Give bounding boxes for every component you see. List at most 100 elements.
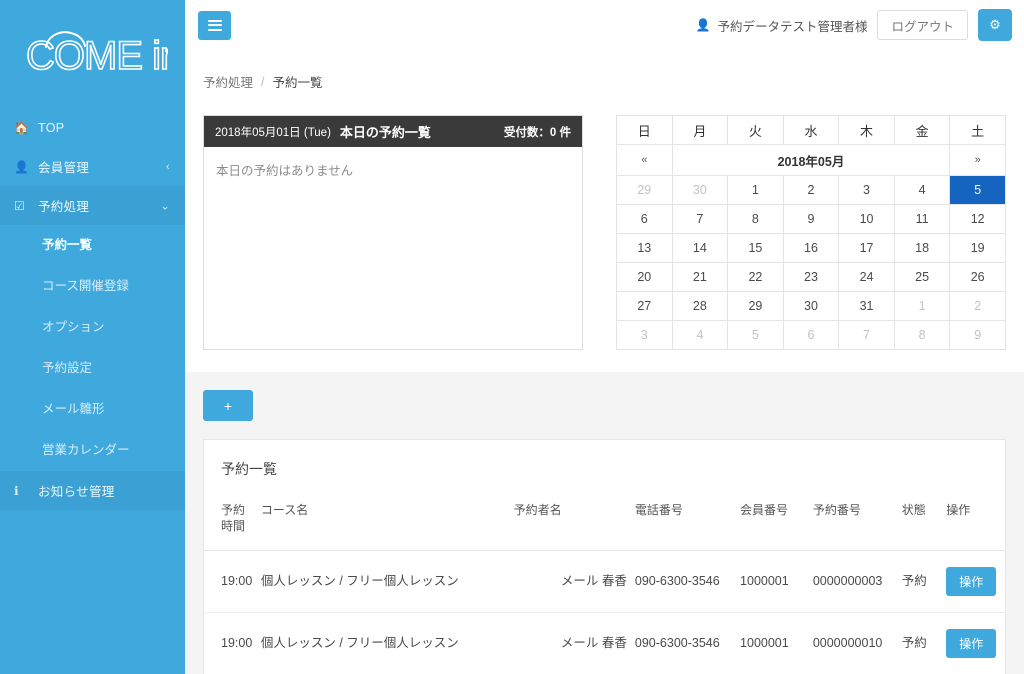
calendar-week-row: 6 7 8 9 10 11 12 <box>616 204 1006 234</box>
user-icon: 👤 <box>14 159 30 174</box>
calendar-day-cell[interactable]: 4 <box>671 320 729 350</box>
sidebar-item-member[interactable]: 👤 会員管理 ‹ <box>0 147 185 186</box>
calendar-day-cell[interactable]: 21 <box>671 262 729 292</box>
col-header-member-no: 会員番号 <box>736 494 809 552</box>
logout-button[interactable]: ログアウト <box>877 10 968 40</box>
sidebar-nav: 🏠 TOP 👤 会員管理 ‹ ☑ 予約処理 ⌄ 予約一覧 コース開催登録 オプシ… <box>0 108 185 510</box>
logo-mark: COME in <box>18 21 168 83</box>
cell-state: 予約 <box>897 550 943 614</box>
col-header-tel: 電話番号 <box>630 494 737 552</box>
chevron-left-icon: ‹ <box>166 160 170 173</box>
calendar-day-cell[interactable]: 2 <box>782 175 840 205</box>
calendar-day-cell[interactable]: 3 <box>838 175 895 205</box>
cell-person: メール 春香 <box>509 612 631 674</box>
row-action-button[interactable]: 操作 <box>946 629 997 659</box>
calendar-dow: 金 <box>893 115 951 145</box>
cell-reserve-no: 0000000003 <box>808 550 898 614</box>
calendar-day-cell[interactable]: 27 <box>616 291 673 321</box>
gear-icon[interactable]: ⚙ <box>978 9 1012 41</box>
calendar-day-cell[interactable]: 30 <box>671 175 729 205</box>
calendar-weekday-header: 日 月 火 水 木 金 土 <box>616 115 1006 145</box>
table-header-row: 予約時間 コース名 予約者名 電話番号 会員番号 予約番号 状態 操作 <box>204 494 1005 552</box>
calendar-day-cell[interactable]: 5 <box>949 175 1006 205</box>
calendar-day-cell[interactable]: 7 <box>838 320 895 350</box>
calendar-day-cell[interactable]: 15 <box>727 233 784 263</box>
actions-band: + <box>185 372 1024 421</box>
calendar-day-cell[interactable]: 10 <box>838 204 895 234</box>
reservation-table: 予約時間 コース名 予約者名 電話番号 会員番号 予約番号 状態 操作 19:0… <box>204 494 1005 674</box>
calendar-day-cell[interactable]: 26 <box>949 262 1006 292</box>
sidebar-item-reservation[interactable]: ☑ 予約処理 ⌄ <box>0 186 185 225</box>
calendar-day-cell[interactable]: 5 <box>727 320 784 350</box>
hamburger-icon[interactable] <box>198 10 231 40</box>
svg-text:COME in: COME in <box>26 34 168 78</box>
calendar-day-cell[interactable]: 14 <box>671 233 729 263</box>
cell-tel: 090-6300-3546 <box>630 550 737 614</box>
breadcrumb-current: 予約一覧 <box>272 76 323 90</box>
add-reservation-button[interactable]: + <box>203 390 253 421</box>
calendar-day-cell[interactable]: 29 <box>727 291 784 321</box>
calendar-day-cell[interactable]: 31 <box>838 291 895 321</box>
col-header-action: 操作 <box>942 494 1005 552</box>
calendar-day-cell[interactable]: 9 <box>949 320 1006 350</box>
breadcrumb-parent[interactable]: 予約処理 <box>203 72 253 91</box>
calendar-prev-button[interactable]: « <box>616 144 673 176</box>
today-empty-message: 本日の予約はありません <box>216 164 354 178</box>
calendar-day-cell[interactable]: 17 <box>838 233 895 263</box>
top-row: 2018年05月01日 (Tue) 本日の予約一覧 受付数：0 件 本日の予約は… <box>185 91 1024 350</box>
calendar-day-cell[interactable]: 18 <box>893 233 951 263</box>
calendar-day-cell[interactable]: 19 <box>949 233 1006 263</box>
table-row: 19:00 個人レッスン / フリー個人レッスン メール 春香 090-6300-35… <box>204 612 1005 674</box>
info-icon: ℹ <box>14 483 19 498</box>
calendar-day-cell[interactable]: 6 <box>616 204 673 234</box>
calendar-day-cell[interactable]: 6 <box>782 320 840 350</box>
brand-logo[interactable]: COME in <box>0 0 185 100</box>
calendar-day-cell[interactable]: 16 <box>782 233 840 263</box>
user-name-label: 予約データテスト管理者様 <box>717 19 868 34</box>
list-title: 予約一覧 <box>221 461 277 477</box>
sidebar-subitem-options[interactable]: オプション <box>0 307 185 348</box>
calendar-day-cell[interactable]: 11 <box>893 204 951 234</box>
calendar-next-button[interactable]: » <box>949 144 1006 176</box>
calendar-day-cell[interactable]: 7 <box>671 204 729 234</box>
today-panel-header: 2018年05月01日 (Tue) 本日の予約一覧 受付数：0 件 <box>204 116 582 147</box>
sidebar-subitem-course-registration[interactable]: コース開催登録 <box>0 266 185 307</box>
calendar-day-cell[interactable]: 29 <box>616 175 673 205</box>
calendar-day-cell[interactable]: 13 <box>616 233 673 263</box>
calendar-day-cell[interactable]: 30 <box>782 291 840 321</box>
sidebar-item-top[interactable]: 🏠 TOP <box>0 108 185 147</box>
calendar-day-cell[interactable]: 8 <box>727 204 784 234</box>
sidebar-item-label: お知らせ管理 <box>38 485 115 499</box>
row-action-button[interactable]: 操作 <box>946 567 997 597</box>
sidebar-item-label: TOP <box>38 120 65 135</box>
calendar-day-cell[interactable]: 24 <box>838 262 895 292</box>
calendar-day-cell[interactable]: 2 <box>949 291 1006 321</box>
sidebar-subitem-reservation-list[interactable]: 予約一覧 <box>0 225 185 266</box>
cell-action: 操作 <box>942 550 1005 614</box>
calendar-day-cell[interactable]: 4 <box>893 175 951 205</box>
calendar-day-cell[interactable]: 3 <box>616 320 673 350</box>
sidebar-subitem-mail-template[interactable]: メール雛形 <box>0 389 185 430</box>
main-area: 👤 予約データテスト管理者様 ログアウト ⚙ 予約処理 / 予約一覧 2018年… <box>185 0 1024 674</box>
calendar-day-cell[interactable]: 8 <box>893 320 951 350</box>
calendar-day-cell[interactable]: 9 <box>782 204 840 234</box>
calendar-day-cell[interactable]: 20 <box>616 262 673 292</box>
calendar-day-cell[interactable]: 12 <box>949 204 1006 234</box>
calendar-day-cell[interactable]: 28 <box>671 291 729 321</box>
sidebar-subitem-business-calendar[interactable]: 営業カレンダー <box>0 430 185 471</box>
sidebar-item-notice[interactable]: ℹ お知らせ管理 <box>0 471 185 510</box>
cell-member-no: 1000001 <box>736 612 809 674</box>
calendar-day-cell[interactable]: 1 <box>727 175 784 205</box>
plus-icon: + <box>223 397 233 414</box>
cell-time: 19:00 <box>204 550 257 614</box>
calendar-week-row: 29 30 1 2 3 4 5 <box>616 175 1006 205</box>
topbar: 👤 予約データテスト管理者様 ログアウト ⚙ <box>185 0 1024 50</box>
calendar-dow: 日 <box>616 115 673 145</box>
calendar-day-cell[interactable]: 22 <box>727 262 784 292</box>
calendar-day-cell[interactable]: 1 <box>893 291 951 321</box>
calendar-day-cell[interactable]: 23 <box>782 262 840 292</box>
cell-action: 操作 <box>942 612 1005 674</box>
sidebar-subitem-reservation-settings[interactable]: 予約設定 <box>0 348 185 389</box>
col-header-course: コース名 <box>256 494 510 552</box>
calendar-day-cell[interactable]: 25 <box>893 262 951 292</box>
